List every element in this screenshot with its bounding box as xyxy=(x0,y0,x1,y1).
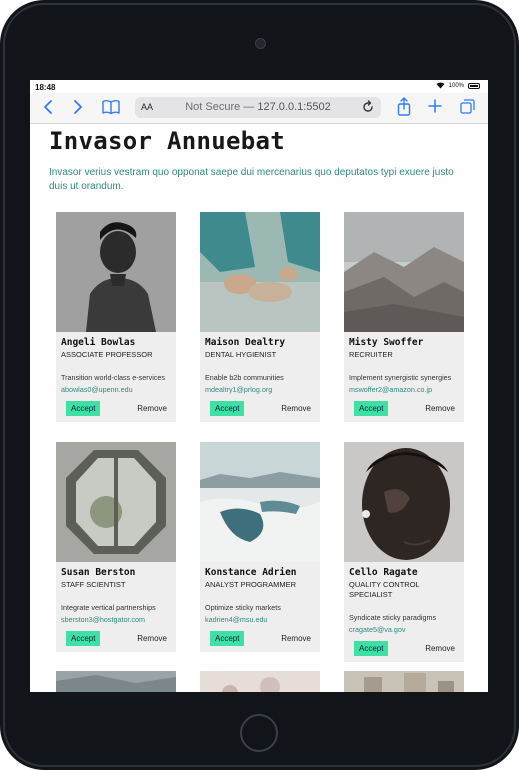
url-text: 127.0.0.1:5502 xyxy=(257,101,331,113)
card-name: Misty Swoffer xyxy=(349,337,424,348)
remove-button[interactable]: Remove xyxy=(421,401,459,416)
card-tagline: Integrate vertical partnerships xyxy=(61,603,156,612)
card-actions: Accept Remove xyxy=(354,641,459,662)
card-name: Konstance Adrien xyxy=(205,567,297,578)
card-role: Quality Control Specialist xyxy=(349,580,420,599)
reload-icon[interactable] xyxy=(361,100,375,114)
card-name: Angeli Bowlas xyxy=(61,337,136,348)
page-description: Invasor verius vestram quo opponat saepe… xyxy=(49,167,454,192)
tablet-frame: 18:48 100% AA Not Secure — 127.0.0.1:550… xyxy=(0,0,519,770)
share-icon[interactable] xyxy=(397,97,411,116)
card-role: Staff Scientist xyxy=(61,580,126,589)
profile-photo xyxy=(200,671,320,692)
card-email[interactable]: sberston3@hostgator.com xyxy=(61,614,171,625)
profile-card: Konstance Adrien Analyst Programmer Opti… xyxy=(200,442,320,652)
profile-card: Maison Dealtry Dental Hygienist Enable b… xyxy=(200,212,320,422)
page-title: Invasor Annuebat xyxy=(49,127,285,155)
card-actions: Accept Remove xyxy=(210,401,315,422)
new-tab-icon[interactable] xyxy=(428,99,442,113)
profile-photo xyxy=(344,212,464,332)
profile-photo xyxy=(200,212,320,332)
accept-button[interactable]: Accept xyxy=(66,631,101,646)
card-role: Associate Professor xyxy=(61,350,153,359)
wifi-icon xyxy=(436,82,445,89)
not-secure-label: Not Secure — xyxy=(185,101,255,113)
card-role: Recruiter xyxy=(349,350,393,359)
remove-button[interactable]: Remove xyxy=(277,401,315,416)
bookmarks-icon[interactable] xyxy=(102,99,120,115)
back-icon[interactable] xyxy=(42,99,54,115)
card-email[interactable]: kadrien4@msu.edu xyxy=(205,614,315,625)
card-actions: Accept Remove xyxy=(66,401,171,422)
tabs-overview-icon[interactable] xyxy=(460,99,475,114)
home-button[interactable] xyxy=(240,714,278,752)
remove-button[interactable]: Remove xyxy=(421,641,459,656)
profile-photo xyxy=(344,442,464,562)
profile-photo xyxy=(56,442,176,562)
card-actions: Accept Remove xyxy=(210,631,315,652)
profile-card: Cello Ragate Quality Control Specialist … xyxy=(344,442,464,662)
profile-card xyxy=(56,671,176,692)
address-bar[interactable]: AA Not Secure — 127.0.0.1:5502 xyxy=(135,97,381,118)
profile-card: Misty Swoffer Recruiter Implement synerg… xyxy=(344,212,464,422)
card-tagline: Enable b2b communities xyxy=(205,373,284,382)
profile-card xyxy=(344,671,464,692)
profile-photo xyxy=(200,442,320,562)
accept-button[interactable]: Accept xyxy=(66,401,101,416)
remove-button[interactable]: Remove xyxy=(277,631,315,646)
card-name: Cello Ragate xyxy=(349,567,418,578)
browser-toolbar: AA Not Secure — 127.0.0.1:5502 xyxy=(30,93,488,124)
profile-card xyxy=(200,671,320,692)
accept-button[interactable]: Accept xyxy=(354,401,389,416)
profile-card: Susan Berston Staff Scientist Integrate … xyxy=(56,442,176,652)
card-email[interactable]: mswoffer2@amazon.co.jp xyxy=(349,384,459,395)
card-tagline: Syndicate sticky paradigms xyxy=(349,613,437,622)
remove-button[interactable]: Remove xyxy=(133,401,171,416)
card-tagline: Optimize sticky markets xyxy=(205,603,281,612)
card-actions: Accept Remove xyxy=(354,401,459,422)
profile-photo xyxy=(344,671,464,692)
accept-button[interactable]: Accept xyxy=(354,641,389,656)
front-camera xyxy=(255,38,266,49)
card-role: Analyst Programmer xyxy=(205,580,296,589)
card-email[interactable]: abowlas0@upenn.edu xyxy=(61,384,171,395)
status-indicators: 100% xyxy=(436,82,480,89)
screen: 18:48 100% AA Not Secure — 127.0.0.1:550… xyxy=(30,80,488,692)
web-page: Invasor Annuebat Invasor verius vestram … xyxy=(30,124,488,692)
profile-photo xyxy=(56,671,176,692)
accept-button[interactable]: Accept xyxy=(210,631,245,646)
battery-percent: 100% xyxy=(448,82,464,89)
status-bar: 18:48 100% xyxy=(30,80,488,93)
card-tagline: Transition world-class e-services xyxy=(61,373,165,382)
card-role: Dental Hygienist xyxy=(205,350,277,359)
card-actions: Accept Remove xyxy=(66,631,171,652)
profile-card: Angeli Bowlas Associate Professor Transi… xyxy=(56,212,176,422)
card-email[interactable]: cragate5@va.gov xyxy=(349,624,459,635)
card-email[interactable]: mdealtry1@prlog.org xyxy=(205,384,315,395)
card-tagline: Implement synergistic synergies xyxy=(349,373,452,382)
battery-icon xyxy=(468,82,480,89)
card-name: Maison Dealtry xyxy=(205,337,286,348)
url-display: Not Secure — 127.0.0.1:5502 xyxy=(135,101,381,113)
status-time: 18:48 xyxy=(35,83,56,92)
card-name: Susan Berston xyxy=(61,567,136,578)
profile-photo xyxy=(56,212,176,332)
accept-button[interactable]: Accept xyxy=(210,401,245,416)
remove-button[interactable]: Remove xyxy=(133,631,171,646)
forward-icon[interactable] xyxy=(72,99,84,115)
